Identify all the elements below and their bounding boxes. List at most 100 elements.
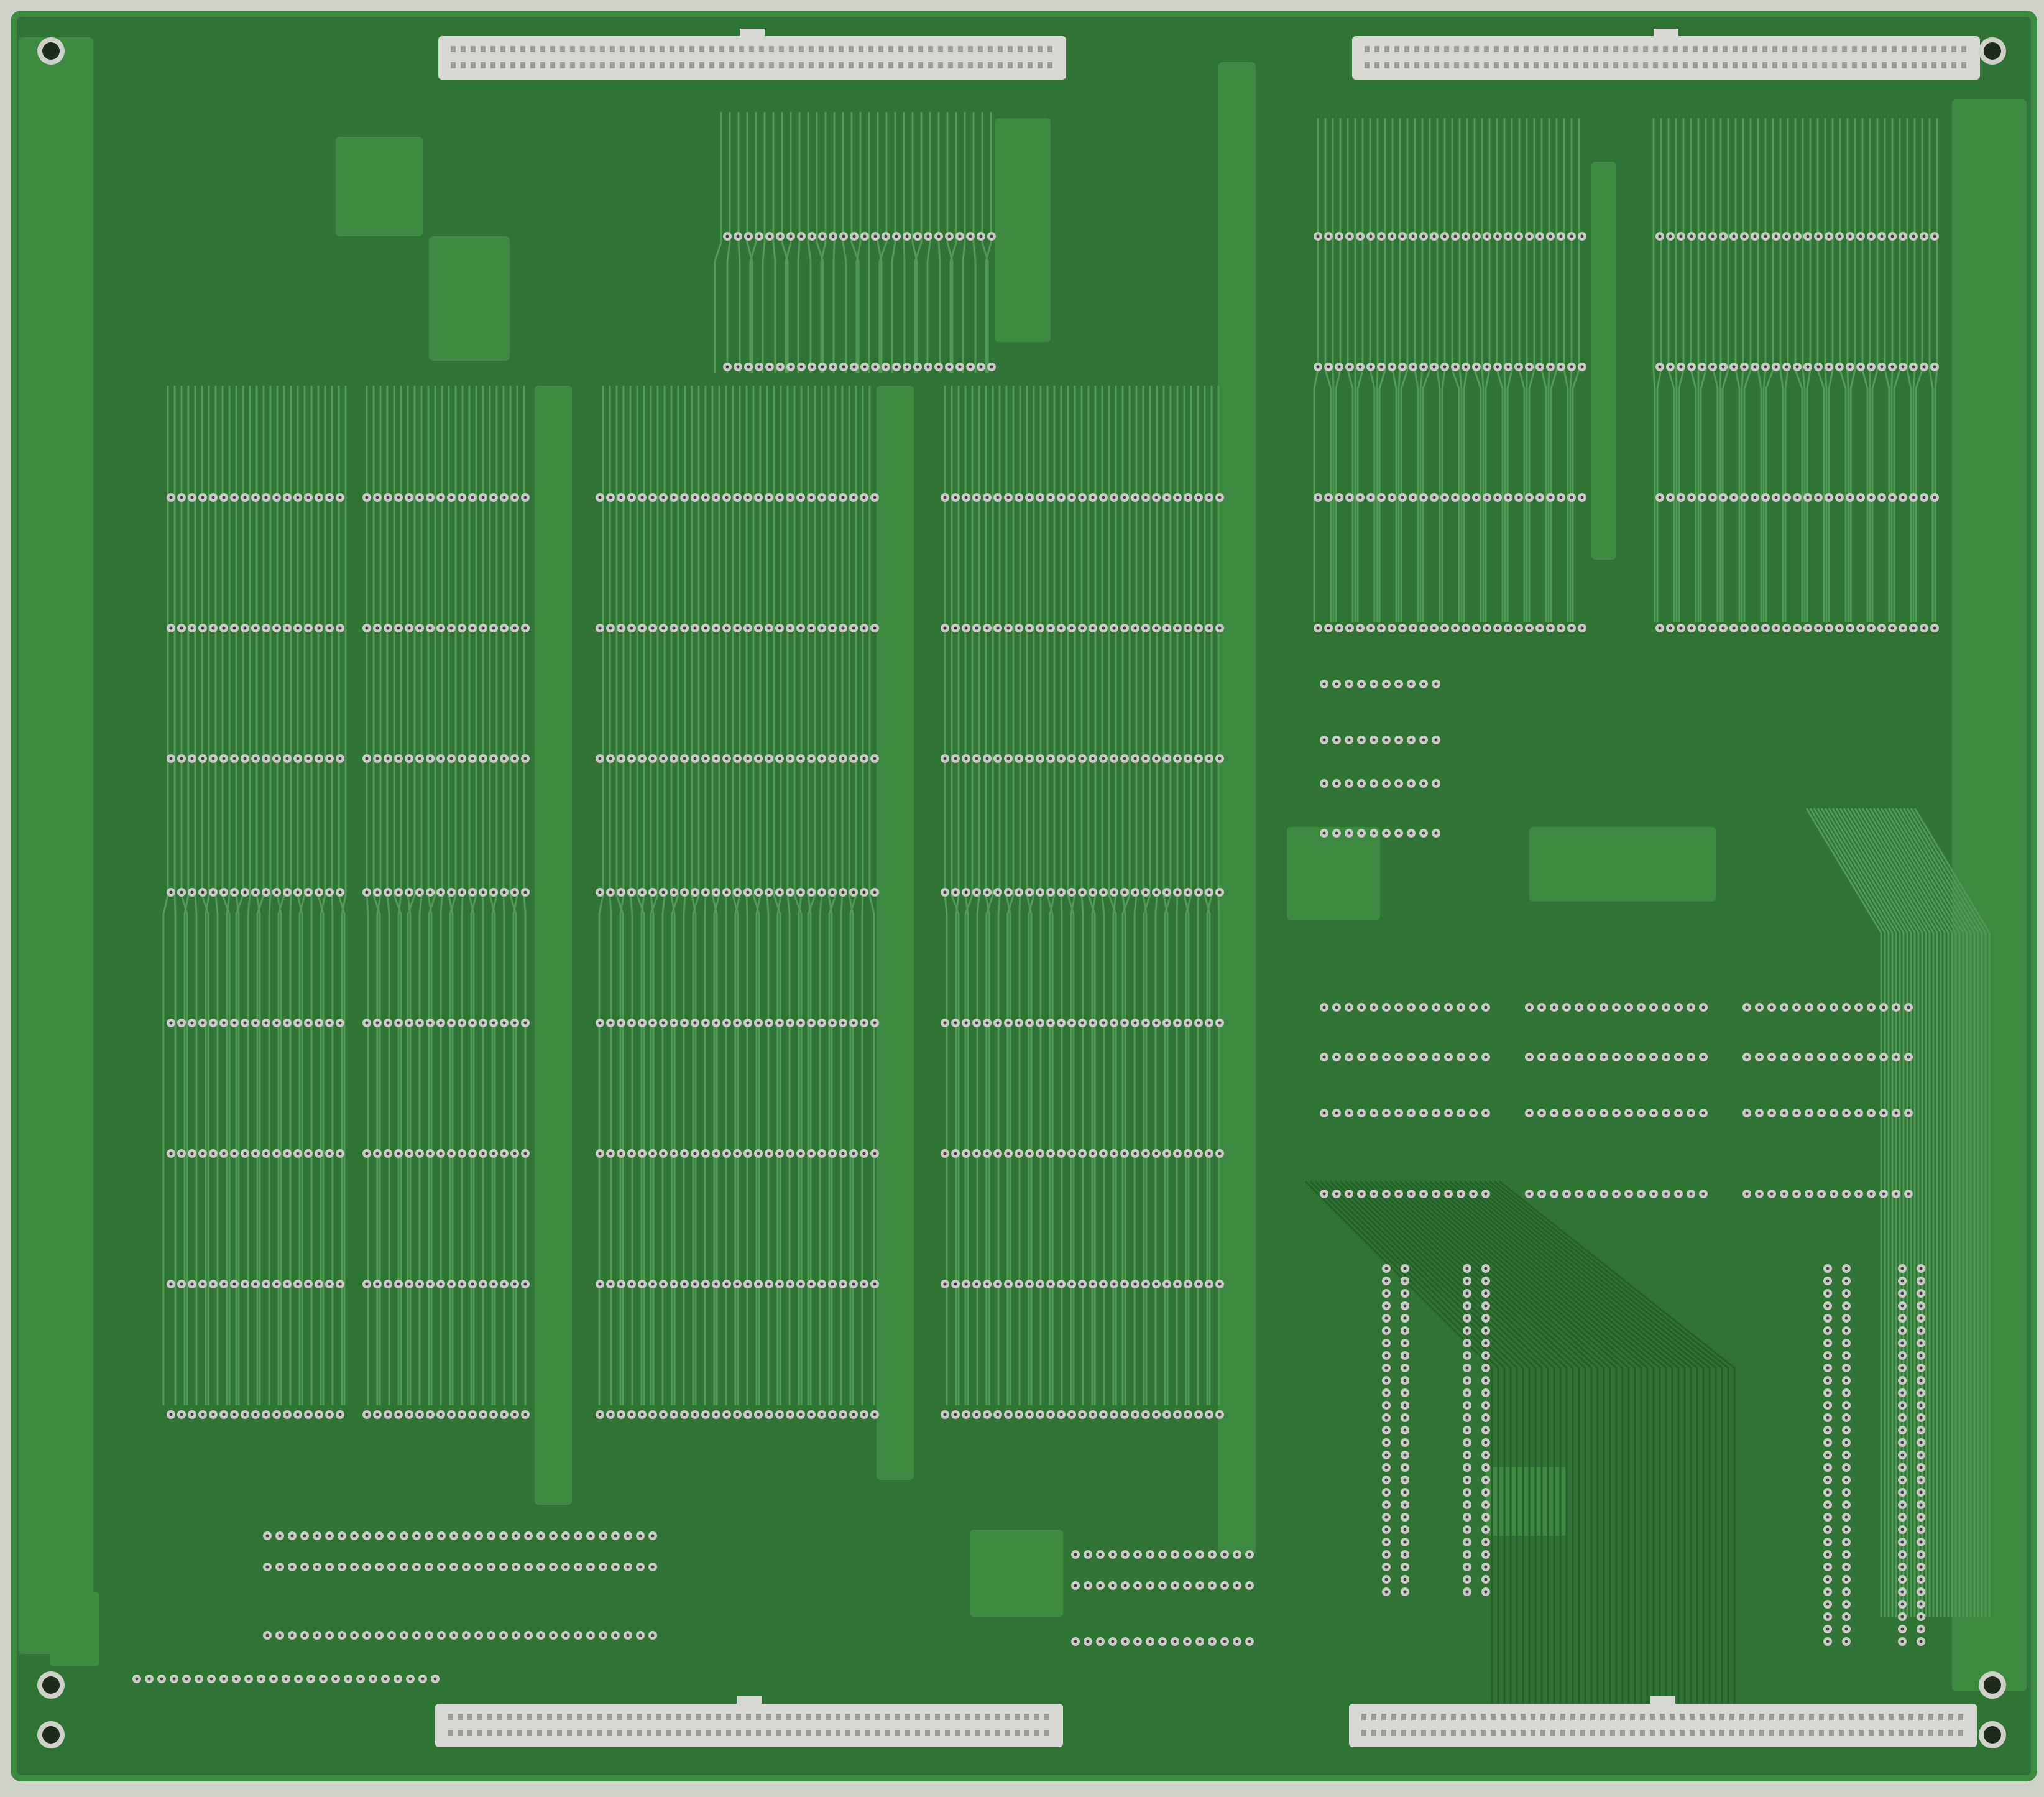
pad-hole bbox=[693, 890, 697, 894]
connector-pin bbox=[686, 1714, 691, 1720]
pad-hole bbox=[862, 890, 866, 894]
connector-pin bbox=[1673, 46, 1678, 52]
pad-hole bbox=[1322, 1055, 1326, 1059]
pad-hole bbox=[619, 890, 623, 894]
pad-hole bbox=[1207, 1413, 1211, 1416]
connector-pin bbox=[1889, 1730, 1894, 1736]
pad-hole bbox=[1900, 1503, 1904, 1507]
pad-hole bbox=[1136, 1584, 1139, 1587]
pad-hole bbox=[651, 1534, 655, 1538]
pad-hole bbox=[598, 1413, 602, 1416]
pad-hole bbox=[492, 1152, 495, 1155]
pad-hole bbox=[693, 1021, 697, 1025]
pad-hole bbox=[427, 1565, 431, 1569]
pad-hole bbox=[1464, 496, 1468, 499]
pad-hole bbox=[523, 1413, 527, 1416]
pad-hole bbox=[1844, 1553, 1848, 1556]
pad-hole bbox=[232, 1021, 236, 1025]
pad-hole bbox=[1384, 1540, 1388, 1544]
pad-hole bbox=[1900, 1515, 1904, 1519]
pad-hole bbox=[704, 496, 707, 499]
pad-hole bbox=[862, 626, 866, 630]
pad-hole bbox=[947, 234, 951, 238]
connector-pin bbox=[1700, 1714, 1705, 1720]
pad-hole bbox=[439, 1152, 443, 1155]
pad-hole bbox=[386, 1282, 390, 1286]
pad-hole bbox=[799, 890, 803, 894]
pad-hole bbox=[1316, 234, 1320, 238]
pad-hole bbox=[1218, 1413, 1222, 1416]
connector-pin bbox=[527, 1730, 532, 1736]
pad-hole bbox=[375, 1152, 379, 1155]
pad-hole bbox=[1689, 1111, 1693, 1115]
pad-hole bbox=[338, 1152, 342, 1155]
pad-hole bbox=[1496, 234, 1499, 238]
pad-hole bbox=[661, 890, 665, 894]
pad-hole bbox=[285, 1282, 289, 1286]
pad-hole bbox=[1844, 1565, 1848, 1569]
pad-hole bbox=[841, 1021, 845, 1025]
connector-pin bbox=[1563, 62, 1568, 68]
pad-hole bbox=[1186, 757, 1190, 760]
pad-hole bbox=[1627, 1005, 1631, 1009]
pad-hole bbox=[190, 890, 194, 894]
connector-pin bbox=[915, 1714, 920, 1720]
pad-hole bbox=[1857, 1111, 1861, 1115]
pad-hole bbox=[492, 757, 495, 760]
pad-hole bbox=[609, 890, 612, 894]
pad-hole bbox=[169, 1413, 173, 1416]
pad-hole bbox=[619, 1282, 623, 1286]
pad-hole bbox=[1384, 1528, 1388, 1531]
connector-pin bbox=[908, 62, 913, 68]
pad-hole bbox=[1806, 626, 1810, 630]
pad-hole bbox=[1826, 1615, 1830, 1619]
pad-hole bbox=[1379, 626, 1383, 630]
pad-hole bbox=[328, 496, 331, 499]
pad-hole bbox=[254, 1413, 257, 1416]
pad-hole bbox=[1844, 1366, 1848, 1370]
pad-hole bbox=[1154, 1413, 1158, 1416]
connector-pin bbox=[1779, 1714, 1784, 1720]
pad-hole bbox=[375, 890, 379, 894]
pad-hole bbox=[1049, 890, 1052, 894]
pad-hole bbox=[1091, 1152, 1095, 1155]
pad-hole bbox=[1580, 496, 1584, 499]
pad-hole bbox=[1403, 1391, 1407, 1395]
pad-hole bbox=[661, 757, 665, 760]
pad-hole bbox=[725, 1413, 729, 1416]
pad-hole bbox=[492, 1413, 495, 1416]
pad-hole bbox=[1496, 365, 1499, 369]
connector-pin bbox=[1640, 1730, 1645, 1736]
connector-pin bbox=[471, 62, 476, 68]
connector-pin bbox=[1640, 1714, 1645, 1720]
connector-pin bbox=[1759, 1730, 1764, 1736]
pad-hole bbox=[243, 626, 247, 630]
pad-hole bbox=[609, 757, 612, 760]
pad-hole bbox=[1844, 1478, 1848, 1482]
connector-pin bbox=[925, 1730, 930, 1736]
pad-hole bbox=[609, 1413, 612, 1416]
connector-pin bbox=[1471, 1730, 1476, 1736]
connector-pin bbox=[1404, 46, 1409, 52]
connector-pin bbox=[1723, 62, 1728, 68]
pad-hole bbox=[852, 1152, 855, 1155]
pad-hole bbox=[1844, 1528, 1848, 1531]
connector-pin bbox=[1842, 46, 1847, 52]
pad-hole bbox=[1907, 1005, 1910, 1009]
pad-hole bbox=[1218, 757, 1222, 760]
pad-hole bbox=[502, 1633, 505, 1637]
connector-pin bbox=[908, 46, 913, 52]
connector-pin bbox=[968, 46, 973, 52]
pad-hole bbox=[609, 1021, 612, 1025]
connector-pin bbox=[1663, 46, 1668, 52]
connector-pin bbox=[1752, 62, 1757, 68]
connector-pin bbox=[679, 46, 684, 52]
pad-hole bbox=[809, 1021, 813, 1025]
pad-hole bbox=[1782, 1111, 1786, 1115]
pad-hole bbox=[1133, 757, 1137, 760]
connector-pin bbox=[537, 1730, 542, 1736]
pad-hole bbox=[1384, 1428, 1388, 1432]
pad-hole bbox=[1348, 234, 1351, 238]
pad-hole bbox=[852, 1021, 855, 1025]
connector-pin bbox=[1809, 1714, 1814, 1720]
